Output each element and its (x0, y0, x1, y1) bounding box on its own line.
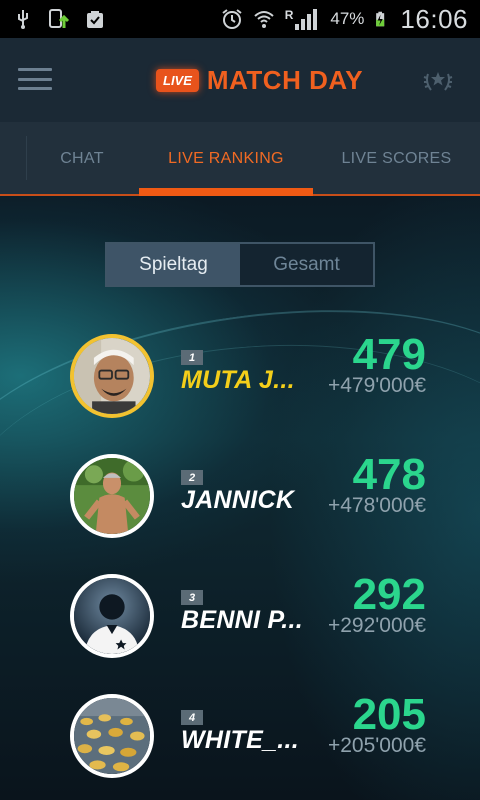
ranking-panel[interactable]: Spieltag Gesamt 1 MUTA J... 479 +479'000… (0, 196, 480, 800)
avatar (70, 454, 154, 538)
player-name: MUTA J... (181, 366, 295, 394)
tab-bar: CHAT LIVE RANKING LIVE SCORES (0, 122, 480, 196)
active-tab-indicator (139, 188, 313, 196)
rank-number: 2 (181, 470, 203, 485)
tab-label: LIVE RANKING (168, 150, 284, 167)
money: +479'000€ (327, 374, 426, 397)
ranking-row[interactable]: 4 WHITE_... 205 +205'000€ (0, 690, 480, 794)
clipboard-check-icon (87, 11, 103, 28)
period-toggle: Spieltag Gesamt (105, 242, 375, 287)
points: 205 (352, 690, 426, 739)
tab-label: LIVE SCORES (341, 150, 452, 167)
app-bar: LIVE MATCH DAY (0, 38, 480, 122)
usb-icon (18, 10, 28, 29)
tab-live-ranking[interactable]: LIVE RANKING (139, 122, 313, 196)
rank-number: 3 (181, 590, 203, 605)
points: 479 (352, 330, 426, 379)
segment-gesamt[interactable]: Gesamt (240, 244, 373, 285)
rank-number: 1 (181, 350, 203, 365)
ranking-row[interactable]: 1 MUTA J... 479 +479'000€ (0, 330, 480, 434)
roaming-indicator: R (284, 8, 294, 22)
player-name: BENNI P... (181, 606, 304, 634)
phone-upload-icon (49, 9, 70, 28)
points: 292 (352, 570, 426, 619)
ranking-row[interactable]: 3 BENNI P... 292 +292'000€ (0, 570, 480, 674)
player-name: WHITE_... (181, 726, 299, 754)
battery-charging-icon (376, 11, 385, 27)
avatar (70, 574, 154, 658)
ranking-row[interactable]: 2 JANNICK 478 +478'000€ (0, 450, 480, 554)
money: +292'000€ (327, 614, 426, 637)
money: +478'000€ (327, 494, 426, 517)
tab-live-scores[interactable]: LIVE SCORES (313, 122, 480, 196)
alarm-icon (222, 9, 242, 29)
rank-number: 4 (181, 710, 203, 725)
tab-label: CHAT (60, 150, 104, 167)
live-badge: LIVE (156, 68, 199, 92)
player-name: JANNICK (181, 486, 295, 514)
signal-icon: R (285, 8, 321, 30)
status-bar: R 47% 16:06 (0, 0, 480, 38)
battery-percent: 47% (330, 9, 365, 28)
laurel-star-icon[interactable] (422, 64, 454, 96)
app-title: MATCH DAY (206, 64, 364, 95)
tab-chat[interactable]: CHAT (26, 122, 138, 196)
menu-icon[interactable] (18, 68, 52, 90)
app-logo: LIVE MATCH DAY (156, 64, 363, 96)
points: 478 (352, 450, 426, 499)
clock: 16:06 (400, 3, 468, 34)
segment-spieltag[interactable]: Spieltag (107, 244, 240, 285)
tab-divider (26, 136, 27, 180)
wifi-icon (254, 11, 274, 28)
money: +205'000€ (327, 734, 426, 757)
avatar (70, 334, 154, 418)
avatar (70, 694, 154, 778)
